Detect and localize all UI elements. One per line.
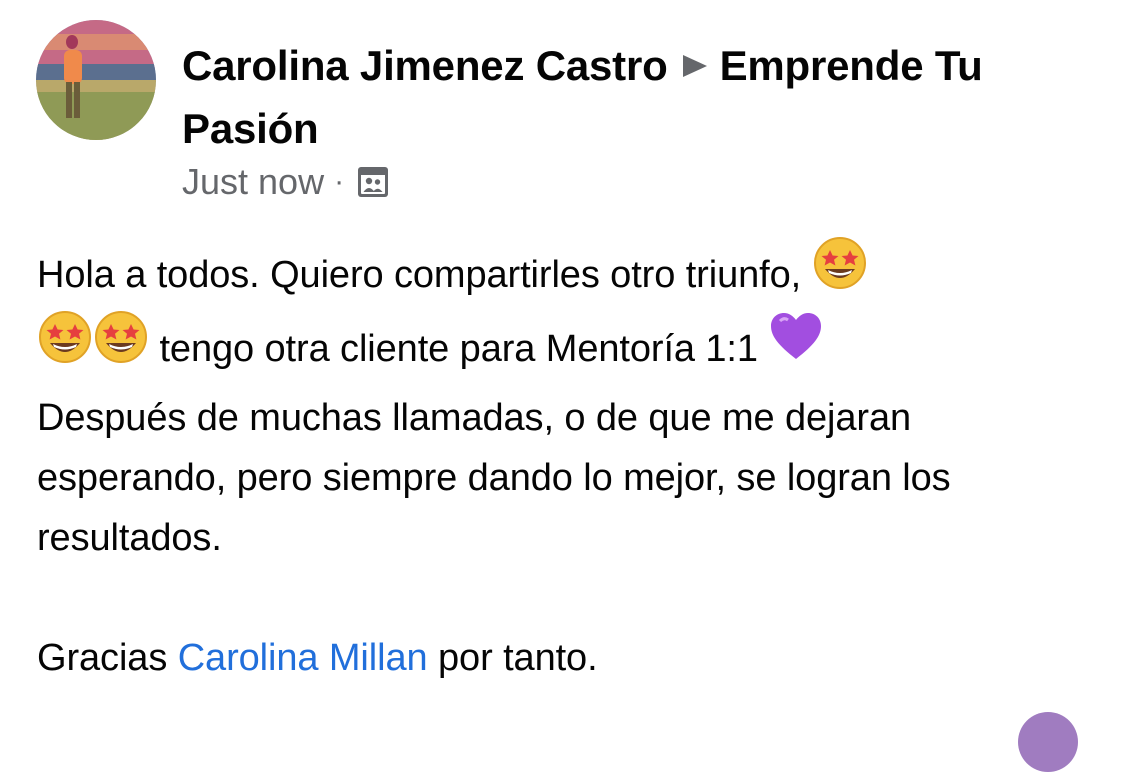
- post-author-line: Carolina Jimenez Castro Emprende Tu Pasió…: [182, 36, 1082, 159]
- post-timestamp[interactable]: Just now: [182, 161, 324, 203]
- mention-link[interactable]: Carolina Millan: [178, 637, 428, 679]
- post-text-line-2: tengo otra cliente para Mentoría 1:1: [159, 328, 758, 371]
- star-struck-emoji: [93, 309, 149, 383]
- meta-separator: ·: [334, 165, 345, 198]
- star-struck-emoji: [812, 235, 868, 309]
- right-arrow-icon: [680, 36, 710, 96]
- author-avatar[interactable]: [36, 20, 156, 140]
- commenter-avatar[interactable]: [1018, 712, 1078, 772]
- post-text-block-4: Gracias Carolina Millan por tanto.: [37, 628, 1097, 688]
- post-header: Carolina Jimenez Castro Emprende Tu Pasió…: [36, 20, 1096, 210]
- post-text-block-2: tengo otra cliente para Mentoría 1:1: [37, 311, 1097, 388]
- author-name[interactable]: Carolina Jimenez Castro: [182, 42, 668, 89]
- post-text-block-1: Hola a todos. Quiero compartirles otro t…: [37, 237, 1097, 314]
- post-meta: Just now ·: [182, 160, 390, 204]
- post-text-line-1: Hola a todos. Quiero compartirles otro t…: [37, 254, 802, 297]
- group-audience-icon[interactable]: [356, 165, 390, 199]
- post-body: Hola a todos. Quiero compartirles otro t…: [37, 237, 1097, 688]
- post-text-block-3: Después de muchas llamadas, o de que me …: [37, 397, 951, 559]
- star-struck-emoji: [37, 309, 93, 383]
- thanks-prefix: Gracias: [37, 637, 168, 679]
- thanks-suffix: por tanto.: [438, 637, 598, 679]
- purple-heart-emoji: [768, 311, 824, 381]
